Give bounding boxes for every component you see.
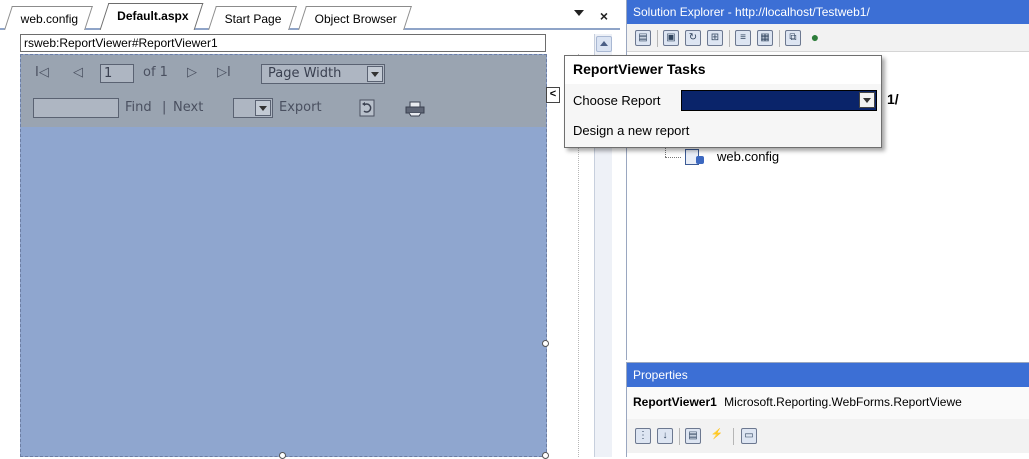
choose-report-label: Choose Report <box>573 93 661 108</box>
asp-net-configuration-icon[interactable]: ● <box>807 30 823 46</box>
view-designer-icon[interactable]: ▦ <box>757 30 773 46</box>
config-file-icon <box>685 149 704 165</box>
last-page-icon[interactable]: ▷I <box>217 65 231 80</box>
export-format-dropdown[interactable] <box>233 98 273 118</box>
tab-start-page[interactable]: Start Page <box>208 6 297 30</box>
element-markup-label: rsweb:ReportViewer#ReportViewer1 <box>20 34 546 52</box>
find-separator: | <box>162 100 167 115</box>
find-link[interactable]: Find <box>125 100 152 115</box>
find-next-link[interactable]: Next <box>173 100 203 115</box>
toolbar-separator <box>657 30 658 47</box>
refresh-icon[interactable] <box>359 99 375 117</box>
chevron-down-icon[interactable] <box>367 66 383 82</box>
solution-explorer-panel: Solution Explorer - http://localhost/Tes… <box>626 0 1029 360</box>
page-count-label: of 1 <box>143 65 168 80</box>
tab-web-config[interactable]: web.config <box>4 6 94 30</box>
solution-explorer-toolbar: ▤ ▣ ↻ ⊞ ≡ ▦ ⧉ ● <box>627 24 1029 52</box>
tasks-title: ReportViewer Tasks <box>565 56 881 84</box>
resize-handle-bottom[interactable] <box>279 452 286 459</box>
close-tab-icon[interactable]: × <box>600 8 608 24</box>
refresh-icon[interactable]: ↻ <box>685 30 701 46</box>
export-link[interactable]: Export <box>279 100 322 115</box>
object-selector[interactable]: ReportViewer1 Microsoft.Reporting.WebFor… <box>627 387 1029 419</box>
tab-default-aspx[interactable]: Default.aspx <box>99 3 204 30</box>
resize-handle-right[interactable] <box>542 340 549 347</box>
designer-area: web.config Default.aspx Start Page Objec… <box>0 0 620 459</box>
toolbar-separator <box>679 428 680 445</box>
show-all-files-icon[interactable]: ▣ <box>663 30 679 46</box>
reportviewer-tasks-popup: ReportViewer Tasks Choose Report Design … <box>564 55 882 148</box>
tree-item-web-config[interactable]: web.config <box>717 149 779 164</box>
print-icon[interactable] <box>405 101 425 117</box>
design-surface: rsweb:ReportViewer#ReportViewer1 I◁ ◁ 1 … <box>0 32 620 459</box>
reportviewer-control[interactable]: I◁ ◁ 1 of 1 ▷ ▷I Page Width Find | Next … <box>20 54 549 459</box>
tab-list-dropdown-icon[interactable] <box>574 10 584 16</box>
properties-toolbar: ⋮ ↓ ▤ ⚡ ▭ <box>627 419 1029 453</box>
next-page-icon[interactable]: ▷ <box>187 65 197 80</box>
properties-view-icon[interactable]: ▤ <box>685 428 701 444</box>
toolbar-separator <box>729 30 730 47</box>
scroll-up-button[interactable] <box>596 36 612 52</box>
smart-tag-glyph[interactable]: < <box>546 87 560 103</box>
alphabetical-sort-icon[interactable]: ↓ <box>657 428 673 444</box>
object-type: Microsoft.Reporting.WebForms.ReportViewe <box>724 395 962 409</box>
property-pages-icon[interactable]: ▭ <box>741 428 757 444</box>
choose-report-dropdown[interactable] <box>681 90 877 111</box>
categorized-icon[interactable]: ⋮ <box>635 428 651 444</box>
properties-icon[interactable]: ▤ <box>635 30 651 46</box>
properties-panel: Properties ReportViewer1 Microsoft.Repor… <box>626 362 1029 457</box>
solution-explorer-title: Solution Explorer - http://localhost/Tes… <box>627 0 1029 24</box>
zoom-value: Page Width <box>268 66 342 81</box>
page-number-input[interactable]: 1 <box>100 64 134 83</box>
chevron-down-icon[interactable] <box>859 92 875 108</box>
design-new-report-link[interactable]: Design a new report <box>573 123 689 138</box>
toolbar-separator <box>779 30 780 47</box>
reportviewer-toolbar: I◁ ◁ 1 of 1 ▷ ▷I Page Width Find | Next … <box>21 55 546 127</box>
tree-connector <box>665 157 681 158</box>
previous-page-icon[interactable]: ◁ <box>73 65 83 80</box>
nest-related-files-icon[interactable]: ⊞ <box>707 30 723 46</box>
copy-website-icon[interactable]: ⧉ <box>785 30 801 46</box>
find-text-input[interactable] <box>33 98 119 118</box>
first-page-icon[interactable]: I◁ <box>35 65 49 80</box>
toolbar-separator <box>733 428 734 445</box>
object-name: ReportViewer1 <box>633 395 717 409</box>
tab-object-browser[interactable]: Object Browser <box>298 6 412 30</box>
zoom-dropdown[interactable]: Page Width <box>261 64 385 84</box>
resize-handle-corner[interactable] <box>542 452 549 459</box>
project-node[interactable]: 1/ <box>887 91 899 107</box>
document-tabstrip: web.config Default.aspx Start Page Objec… <box>0 0 620 30</box>
view-code-icon[interactable]: ≡ <box>735 30 751 46</box>
properties-title: Properties <box>627 363 1029 387</box>
events-icon[interactable]: ⚡ <box>709 428 725 444</box>
chevron-down-icon[interactable] <box>255 100 271 116</box>
